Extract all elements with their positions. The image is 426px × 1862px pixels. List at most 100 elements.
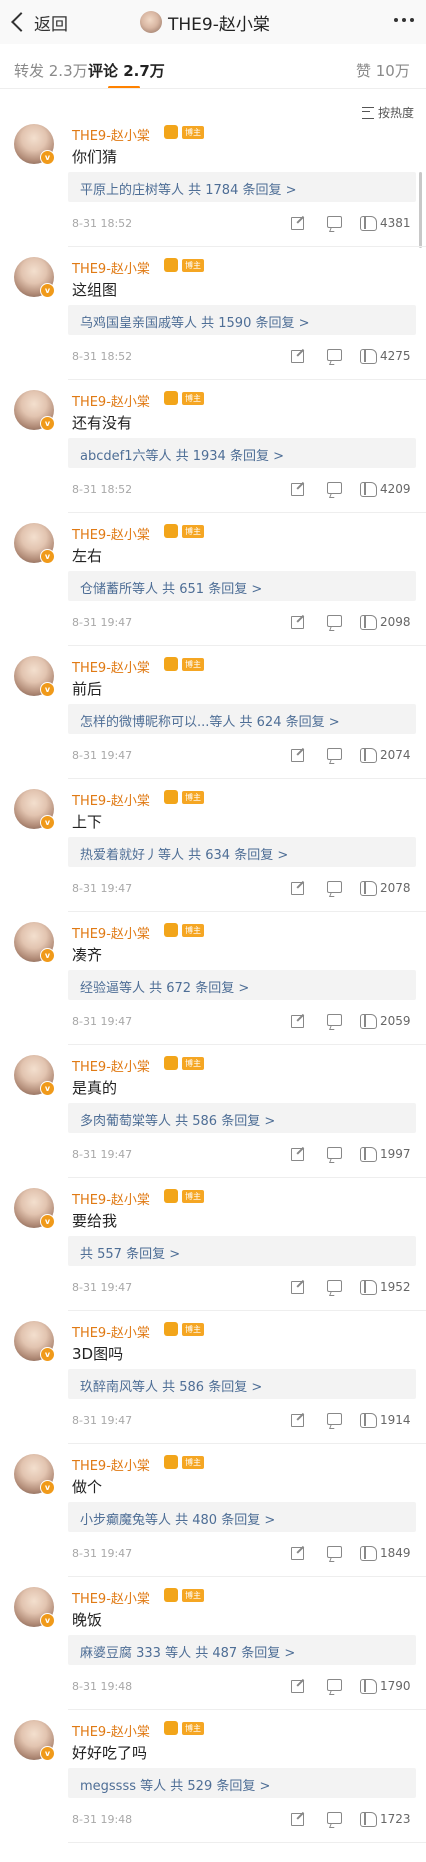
comment-time: 8-31 19:47	[72, 1414, 133, 1427]
username[interactable]: THE9-赵小棠	[72, 790, 150, 809]
like-icon[interactable]	[360, 214, 377, 231]
verified-badge-icon: v	[40, 1214, 55, 1229]
verified-badge-icon: v	[40, 283, 55, 298]
share-icon[interactable]	[290, 746, 306, 762]
like-icon[interactable]	[360, 480, 377, 497]
comment-icon[interactable]	[326, 1145, 342, 1163]
like-icon[interactable]	[360, 1012, 377, 1029]
comment-item: v THE9-赵小棠 博主 凑齐 经验逼等人 共 672 条回复 > 8-31 …	[0, 916, 426, 1049]
comment-icon[interactable]	[326, 1810, 342, 1828]
reply-preview[interactable]: 小步癫魔兔等人 共 480 条回复 >	[68, 1502, 416, 1532]
verified-badge-icon: v	[40, 948, 55, 963]
share-icon[interactable]	[290, 879, 306, 895]
like-icon[interactable]	[360, 1677, 377, 1694]
verified-badge-icon: v	[40, 815, 55, 830]
username[interactable]: THE9-赵小棠	[72, 125, 150, 144]
username[interactable]: THE9-赵小棠	[72, 524, 150, 543]
reply-preview-text: 共 557 条回复 >	[80, 1247, 181, 1262]
author-badge: 博主	[182, 1190, 204, 1203]
share-icon[interactable]	[290, 214, 306, 230]
share-icon[interactable]	[290, 1012, 306, 1028]
username[interactable]: THE9-赵小棠	[72, 1189, 150, 1208]
crown-badge-icon	[164, 1189, 178, 1203]
comment-time: 8-31 19:47	[72, 616, 133, 629]
like-icon[interactable]	[360, 746, 377, 763]
reply-preview[interactable]: 怎样的微博昵称可以...等人 共 624 条回复 >	[68, 704, 416, 734]
like-icon[interactable]	[360, 1278, 377, 1295]
author-badge: 博主	[182, 791, 204, 804]
comment-icon[interactable]	[326, 1677, 342, 1695]
like-icon[interactable]	[360, 347, 377, 364]
reply-preview[interactable]: 玖醉南风等人 共 586 条回复 >	[68, 1369, 416, 1399]
comment-text: 是真的	[72, 1079, 118, 1097]
reply-preview[interactable]: 共 557 条回复 >	[68, 1236, 416, 1266]
username[interactable]: THE9-赵小棠	[72, 1721, 150, 1740]
username[interactable]: THE9-赵小棠	[72, 1588, 150, 1607]
like-icon[interactable]	[360, 1145, 377, 1162]
comment-icon[interactable]	[326, 1278, 342, 1296]
share-icon[interactable]	[290, 1411, 306, 1427]
author-badge: 博主	[182, 1456, 204, 1469]
share-icon[interactable]	[290, 347, 306, 363]
comment-icon[interactable]	[326, 1012, 342, 1030]
crown-badge-icon	[164, 923, 178, 937]
comment-text: 前后	[72, 680, 103, 698]
like-icon[interactable]	[360, 613, 377, 630]
comment-icon[interactable]	[326, 746, 342, 764]
tab-likes[interactable]: 赞 10万	[356, 60, 410, 81]
comment-icon[interactable]	[326, 879, 342, 897]
verified-badge-icon: v	[40, 1081, 55, 1096]
comment-icon[interactable]	[326, 480, 342, 498]
username[interactable]: THE9-赵小棠	[72, 1455, 150, 1474]
avatar	[140, 11, 162, 33]
reply-preview[interactable]: 仓储蓄所等人 共 651 条回复 >	[68, 571, 416, 601]
crown-badge-icon	[164, 391, 178, 405]
comment-icon[interactable]	[326, 1544, 342, 1562]
back-button[interactable]: 返回	[10, 8, 68, 36]
comment-icon[interactable]	[326, 1411, 342, 1429]
comment-text: 晚饭	[72, 1611, 103, 1629]
share-icon[interactable]	[290, 613, 306, 629]
like-icon[interactable]	[360, 1810, 377, 1827]
comment-time: 8-31 18:52	[72, 483, 133, 496]
comment-icon[interactable]	[326, 347, 342, 365]
divider	[0, 88, 426, 89]
username[interactable]: THE9-赵小棠	[72, 258, 150, 277]
comment-time: 8-31 18:52	[72, 350, 133, 363]
like-icon[interactable]	[360, 1544, 377, 1561]
like-icon[interactable]	[360, 1411, 377, 1428]
crown-badge-icon	[164, 657, 178, 671]
reply-preview[interactable]: 多肉葡萄棠等人 共 586 条回复 >	[68, 1103, 416, 1133]
reply-preview-text: 玖醉南风等人 共 586 条回复 >	[80, 1380, 263, 1395]
reply-preview[interactable]: 经验逼等人 共 672 条回复 >	[68, 970, 416, 1000]
share-icon[interactable]	[290, 1544, 306, 1560]
share-icon[interactable]	[290, 1278, 306, 1294]
comment-item: v THE9-赵小棠 博主 好好吃了吗 megssss 等人 共 529 条回复…	[0, 1714, 426, 1847]
comment-time: 8-31 19:47	[72, 1148, 133, 1161]
share-icon[interactable]	[290, 1810, 306, 1826]
share-icon[interactable]	[290, 480, 306, 496]
reply-preview[interactable]: 热爱着就好丿等人 共 634 条回复 >	[68, 837, 416, 867]
reply-preview[interactable]: 平原上的庄树等人 共 1784 条回复 >	[68, 172, 416, 202]
crown-badge-icon	[164, 790, 178, 804]
top-bar: 返回 THE9-赵小棠	[0, 0, 426, 44]
reply-preview[interactable]: 乌鸡国皇亲国戚等人 共 1590 条回复 >	[68, 305, 416, 335]
divider	[68, 1709, 426, 1710]
share-icon[interactable]	[290, 1145, 306, 1161]
tab-reposts[interactable]: 转发 2.3万	[14, 60, 88, 81]
username[interactable]: THE9-赵小棠	[72, 391, 150, 410]
like-icon[interactable]	[360, 879, 377, 896]
reply-preview[interactable]: megssss 等人 共 529 条回复 >	[68, 1768, 416, 1798]
tab-comments[interactable]: 评论 2.7万	[88, 60, 165, 81]
username[interactable]: THE9-赵小棠	[72, 1322, 150, 1341]
comment-icon[interactable]	[326, 214, 342, 232]
more-icon[interactable]	[394, 10, 414, 30]
reply-preview[interactable]: abcdef1六等人 共 1934 条回复 >	[68, 438, 416, 468]
share-icon[interactable]	[290, 1677, 306, 1693]
like-count: 1952	[380, 1280, 411, 1294]
reply-preview[interactable]: 麻婆豆腐 333 等人 共 487 条回复 >	[68, 1635, 416, 1665]
username[interactable]: THE9-赵小棠	[72, 657, 150, 676]
username[interactable]: THE9-赵小棠	[72, 923, 150, 942]
username[interactable]: THE9-赵小棠	[72, 1056, 150, 1075]
comment-icon[interactable]	[326, 613, 342, 631]
